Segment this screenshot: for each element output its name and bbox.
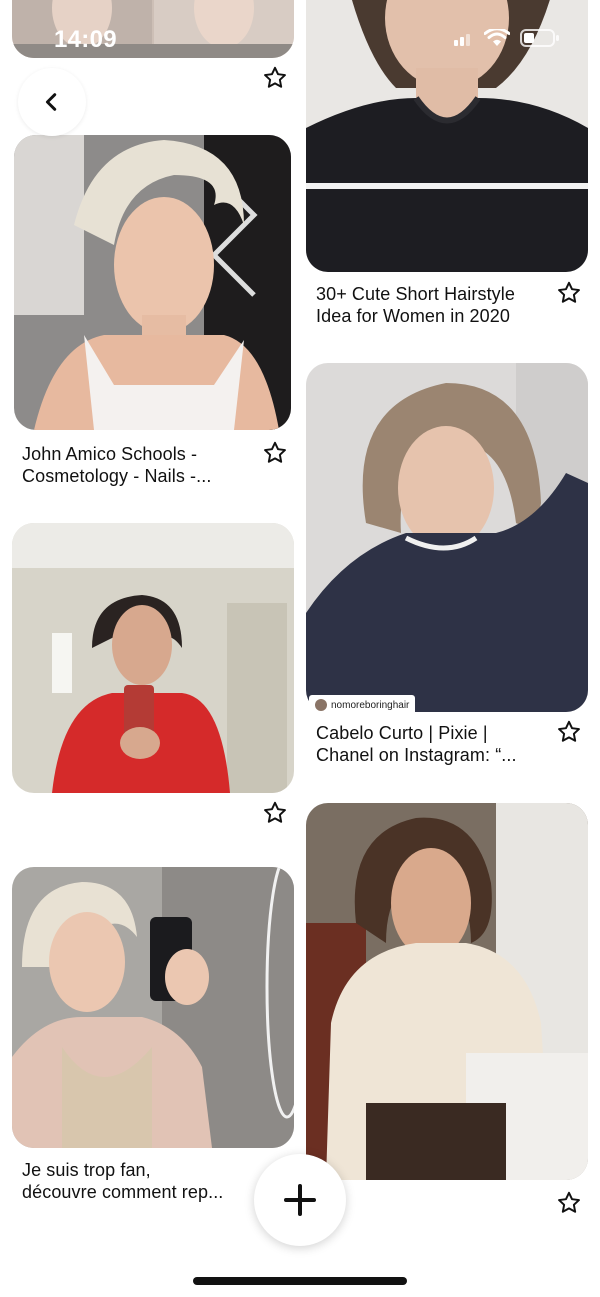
wifi-icon bbox=[484, 29, 510, 46]
star-icon[interactable] bbox=[556, 719, 582, 745]
watermark-text: nomoreboringhair bbox=[331, 699, 410, 711]
cellular-signal-icon bbox=[454, 34, 470, 46]
back-button[interactable] bbox=[18, 68, 86, 136]
avatar bbox=[315, 699, 327, 711]
status-icons bbox=[454, 28, 560, 48]
pin-caption[interactable]: Je suis trop fan, découvre comment rep..… bbox=[22, 1159, 272, 1203]
chevron-left-icon bbox=[45, 93, 57, 111]
pin-image[interactable] bbox=[14, 135, 291, 430]
star-icon[interactable] bbox=[262, 800, 288, 826]
star-icon[interactable] bbox=[262, 440, 288, 466]
home-indicator[interactable] bbox=[193, 1277, 407, 1285]
pin-image[interactable] bbox=[306, 803, 588, 1180]
pin-image[interactable] bbox=[12, 523, 294, 793]
battery-icon bbox=[520, 29, 559, 47]
star-icon[interactable] bbox=[556, 1190, 582, 1216]
star-icon[interactable] bbox=[262, 65, 288, 91]
pin-caption[interactable]: Cabelo Curto | Pixie | Chanel on Instagr… bbox=[316, 722, 556, 766]
plus-icon bbox=[284, 1184, 316, 1216]
pin-feed: 30+ Cute Short Hairstyle Idea for Women … bbox=[0, 0, 600, 1297]
pin-watermark: nomoreboringhair bbox=[309, 695, 416, 715]
pin-caption[interactable]: John Amico Schools - Cosmetology - Nails… bbox=[22, 443, 262, 487]
pin-image[interactable] bbox=[306, 363, 588, 712]
star-icon[interactable] bbox=[556, 280, 582, 306]
pin-image[interactable] bbox=[12, 867, 294, 1148]
add-button[interactable] bbox=[254, 1154, 346, 1246]
pin-caption[interactable]: 30+ Cute Short Hairstyle Idea for Women … bbox=[316, 283, 556, 327]
status-time: 14:09 bbox=[54, 26, 117, 53]
